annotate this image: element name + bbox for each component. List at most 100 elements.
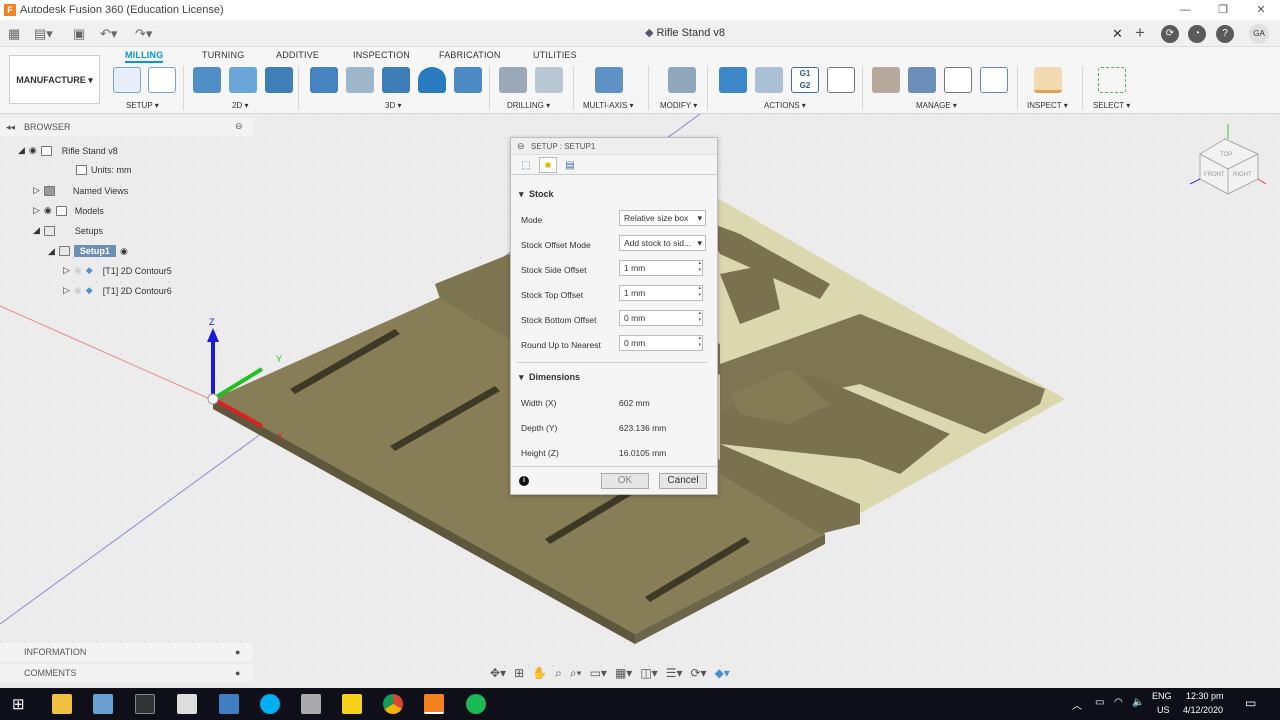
snipping-tool-icon[interactable] [177, 694, 197, 714]
grid-icon[interactable]: ▦▾ [615, 666, 632, 680]
expand-icon[interactable]: ◢ [33, 225, 40, 236]
stock-side-offset-input[interactable]: 1 mm [619, 260, 703, 276]
ok-button[interactable]: OK [601, 473, 649, 489]
expand-icon[interactable]: ◢ [18, 145, 25, 156]
multi-axis-icon[interactable] [595, 67, 623, 93]
new-setup-icon[interactable] [113, 67, 141, 93]
expand-icon[interactable]: ▷ [63, 265, 70, 276]
dialog-collapse-icon[interactable]: ⊖ [517, 138, 525, 155]
tree-units[interactable]: Units: mm [76, 165, 132, 175]
comments-toggle-icon[interactable]: ● [235, 664, 240, 682]
close-window-button[interactable]: ✕ [1242, 0, 1280, 20]
hidden-eye-icon[interactable]: ◉ [74, 285, 82, 296]
dimensions-section-header[interactable]: ▾ Dimensions [519, 372, 580, 383]
tab-fabrication[interactable]: FABRICATION [439, 50, 501, 60]
post-process-icon[interactable]: G1 G2 [791, 67, 819, 93]
restore-button[interactable]: ❐ [1204, 0, 1242, 20]
clock-time[interactable]: 12:30 pm [1186, 691, 1224, 701]
simulation-icon[interactable]: ☰▾ [666, 666, 683, 680]
post-library-icon[interactable] [944, 67, 972, 93]
tree-models[interactable]: ▷ ◉ Models [33, 205, 104, 216]
active-setup-icon[interactable]: ◉ [120, 246, 128, 257]
shape-icon[interactable]: ◆▾ [715, 666, 730, 680]
expand-icon[interactable]: ▷ [33, 205, 40, 216]
wifi-icon[interactable]: ◠ [1114, 697, 1123, 708]
tree-root[interactable]: ◢ ◉ Rifle Stand v8 [18, 145, 118, 156]
info-icon[interactable]: i [519, 476, 529, 486]
comments-panel[interactable]: COMMENTS ● [0, 664, 253, 682]
clock-date[interactable]: 4/12/2020 [1183, 705, 1223, 715]
cancel-button[interactable]: Cancel [659, 473, 707, 489]
viewports-icon[interactable]: ◫▾ [640, 666, 657, 680]
setup-sheet-icon[interactable] [827, 67, 855, 93]
3d-adaptive-icon[interactable] [310, 67, 338, 93]
browser-options-icon[interactable]: ⊖ [235, 121, 243, 132]
visibility-eye-icon[interactable]: ◉ [29, 145, 37, 156]
stock-top-offset-input[interactable]: 1 mm [619, 285, 703, 301]
pan-icon[interactable]: ✋ [532, 666, 547, 680]
group-3d[interactable]: 3D ▾ [385, 101, 401, 110]
tree-setups[interactable]: ◢ Setups [33, 225, 103, 236]
measure-icon[interactable] [1034, 67, 1062, 93]
origin-point[interactable] [207, 393, 219, 405]
dialog-header[interactable]: ⊖ SETUP : SETUP1 [511, 138, 717, 155]
hole-recognition-icon[interactable] [535, 67, 563, 93]
skype-icon[interactable] [260, 694, 280, 714]
close-document-icon[interactable]: ✕ [1112, 26, 1123, 42]
machine-library-icon[interactable] [908, 67, 936, 93]
windows-start-icon[interactable]: ⊞ [12, 695, 25, 713]
group-drilling[interactable]: DRILLING ▾ [507, 101, 550, 110]
refresh-icon[interactable]: ⟳▾ [691, 666, 707, 680]
save-icon[interactable]: ▣ [73, 26, 85, 42]
2d-pocket-icon[interactable] [229, 67, 257, 93]
view-cube[interactable] [1199, 138, 1259, 195]
tab-utilities[interactable]: UTILITIES [533, 50, 577, 60]
extensions-icon[interactable]: ⟳ [1161, 25, 1179, 43]
group-actions[interactable]: ACTIONS ▾ [764, 101, 806, 110]
round-up-input[interactable]: 0 mm [619, 335, 703, 351]
app-icon[interactable] [93, 694, 113, 714]
expand-icon[interactable]: ▷ [33, 185, 40, 196]
group-manage[interactable]: MANAGE ▾ [916, 101, 957, 110]
group-modify[interactable]: MODIFY ▾ [660, 101, 697, 110]
group-setup[interactable]: SETUP ▾ [126, 101, 159, 110]
user-avatar[interactable]: GA [1249, 24, 1269, 44]
view-cube-top[interactable]: TOP [1220, 152, 1232, 158]
tab-milling[interactable]: MILLING [125, 50, 164, 63]
information-toggle-icon[interactable]: ● [235, 643, 240, 661]
new-tab-icon[interactable]: + [1135, 23, 1145, 43]
misc-app-icon[interactable] [301, 694, 321, 714]
template-library-icon[interactable] [980, 67, 1008, 93]
language-region[interactable]: US [1157, 705, 1170, 715]
tree-setup1[interactable]: ◢ Setup1 ◉ [48, 245, 128, 257]
language-code[interactable]: ENG [1152, 691, 1172, 701]
simulate-with-machine-icon[interactable] [755, 67, 783, 93]
help-icon[interactable]: ? [1216, 25, 1234, 43]
tray-chevron-icon[interactable]: ︿ [1072, 697, 1082, 712]
face-icon[interactable] [265, 67, 293, 93]
view-cube-right[interactable]: RIGHT [1233, 172, 1252, 178]
visibility-eye-icon[interactable]: ◉ [44, 205, 52, 216]
tree-op-1[interactable]: ▷ ◉ ◆ [T1] 2D Contour5 [63, 265, 172, 276]
hidden-eye-icon[interactable]: ◉ [74, 265, 82, 276]
tool-library-icon[interactable] [872, 67, 900, 93]
modify-tools-icon[interactable] [668, 67, 696, 93]
tab-additive[interactable]: ADDITIVE [276, 50, 319, 60]
workspace-switcher-button[interactable]: MANUFACTURE ▾ [9, 55, 100, 104]
expand-icon[interactable]: ▷ [63, 285, 70, 296]
nc-program-icon[interactable] [148, 67, 176, 93]
select-window-icon[interactable] [1098, 67, 1126, 93]
tab-stock-icon[interactable]: ■ [539, 156, 557, 173]
expand-icon[interactable]: ◢ [48, 246, 55, 257]
zoom-icon[interactable]: ⌕ [555, 666, 562, 681]
sticky-notes-icon[interactable] [342, 694, 362, 714]
spotify-icon[interactable] [466, 694, 486, 714]
drill-icon[interactable] [499, 67, 527, 93]
minimize-button[interactable]: — [1166, 0, 1204, 20]
display-settings-icon[interactable]: ▭▾ [590, 666, 607, 680]
undo-icon[interactable]: ↶▾ [100, 26, 117, 42]
browser-header[interactable]: ◂◂ BROWSER ⊖ [0, 118, 253, 136]
remote-desktop-icon[interactable] [219, 694, 239, 714]
notifications-icon[interactable]: ▭ [1245, 696, 1256, 710]
group-select[interactable]: SELECT ▾ [1093, 101, 1130, 110]
